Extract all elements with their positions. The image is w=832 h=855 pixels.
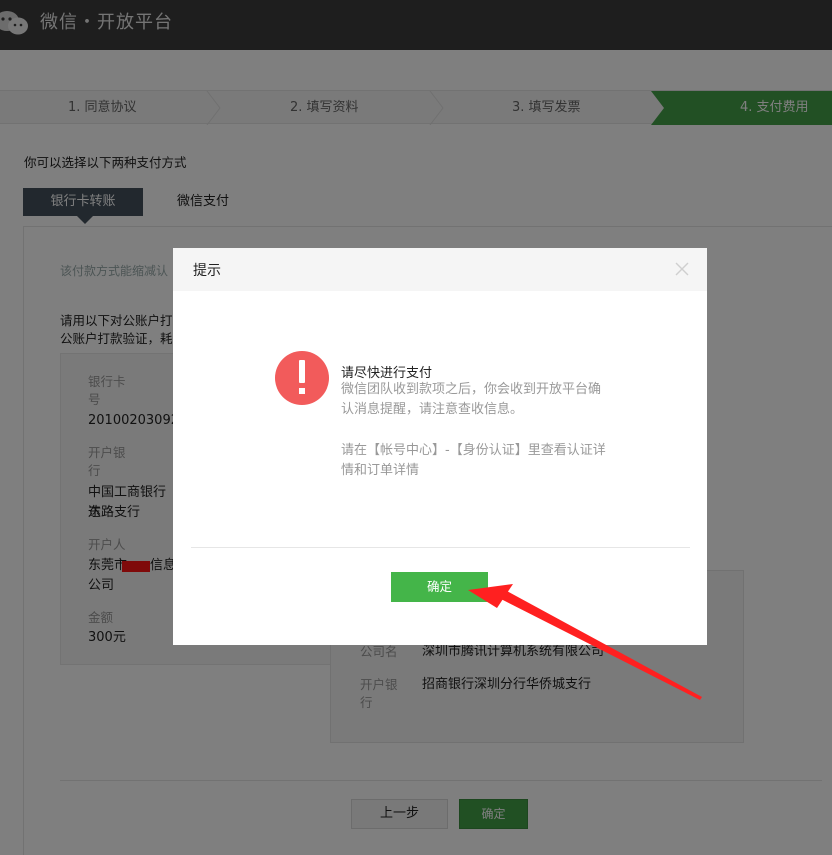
dialog-header: 提示	[173, 248, 707, 291]
dialog-message-hint: 请在【帐号中心】-【身份认证】里查看认证详情和订单详情	[341, 443, 606, 478]
dialog-ok-button[interactable]: 确定	[391, 572, 488, 602]
dialog-message-title: 请尽快进行支付	[341, 366, 433, 381]
warning-icon	[275, 351, 329, 405]
alert-dialog: 提示 请尽快进行支付 微信团队收到款项之后，你会收到开放平台确认消息提醒，请注意…	[173, 248, 707, 645]
dialog-divider	[191, 547, 690, 548]
dialog-message-body: 微信团队收到款项之后，你会收到开放平台确认消息提醒，请注意查收信息。	[341, 382, 602, 417]
dialog-title: 提示	[193, 263, 221, 279]
close-icon[interactable]	[673, 260, 691, 278]
